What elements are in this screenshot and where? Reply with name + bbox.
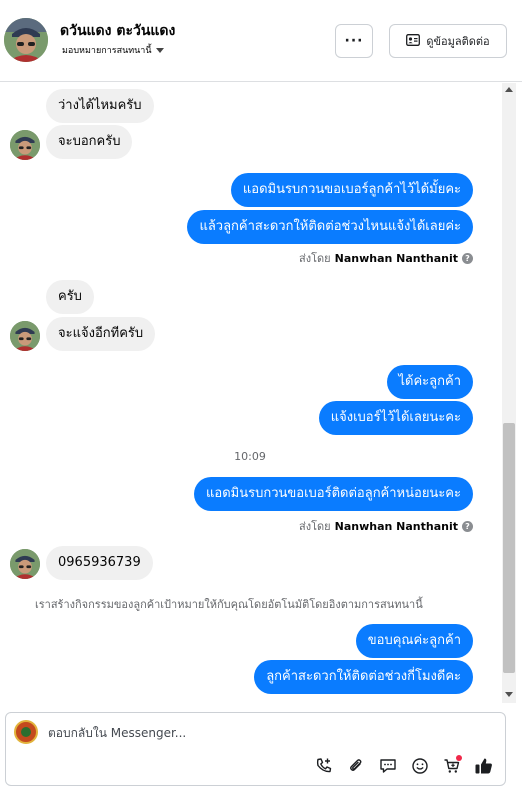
assign-label: มอบหมายการสนทนานี้ xyxy=(62,46,152,56)
assign-conversation-dropdown[interactable]: มอบหมายการสนทนานี้ xyxy=(62,43,164,57)
conversation-header: ดวันแดง ตะวันแดง มอบหมายการสนทนานี้ ··· … xyxy=(0,0,522,82)
view-contact-info-button[interactable]: ดูข้อมูลติดต่อ xyxy=(389,24,507,58)
thumbs-up-icon[interactable] xyxy=(473,755,495,777)
reply-composer xyxy=(5,712,506,786)
message-timestamp: 10:09 xyxy=(234,450,266,463)
scrollbar-thumb[interactable] xyxy=(503,423,515,673)
smiley-icon[interactable] xyxy=(409,755,431,777)
contact-card-icon xyxy=(406,33,421,49)
outgoing-message[interactable]: แอดมินรบกวนขอเบอร์ลูกค้าไว้ได้มั้ยคะ xyxy=(230,173,473,207)
cart-add-icon[interactable] xyxy=(441,755,463,777)
sender-name: Nanwhan Nanthanit xyxy=(334,519,458,533)
scroll-down-arrow-icon[interactable] xyxy=(505,692,513,697)
incoming-message[interactable]: ว่างได้ไหมครับ xyxy=(46,89,154,123)
page-logo xyxy=(14,720,38,744)
contact-name[interactable]: ดวันแดง ตะวันแดง xyxy=(60,20,175,42)
composer-toolbar xyxy=(313,755,495,777)
sent-by-label: ส่งโดย Nanwhan Nanthanit ? xyxy=(299,517,473,535)
outgoing-message[interactable]: ลูกค้าสะดวกให้ติดต่อช่วงกี่โมงดีคะ xyxy=(254,660,473,694)
chevron-down-icon xyxy=(155,47,164,53)
contact-avatar[interactable] xyxy=(4,18,48,62)
incoming-message[interactable]: 0965936739 xyxy=(46,546,153,580)
outgoing-message[interactable]: แจ้งเบอร์ไว้ได้เลยนะคะ xyxy=(318,401,473,435)
sent-by-label: ส่งโดย Nanwhan Nanthanit ? xyxy=(299,249,473,267)
more-options-button[interactable]: ··· xyxy=(335,24,373,58)
phone-add-icon[interactable] xyxy=(313,755,335,777)
chat-bubble-icon[interactable] xyxy=(377,755,399,777)
sender-name: Nanwhan Nanthanit xyxy=(334,251,458,265)
reply-input[interactable] xyxy=(48,724,488,742)
sent-by-prefix: ส่งโดย xyxy=(299,252,331,265)
message-thread[interactable]: ว่างได้ไหมครับ จะบอกครับ แอดมินรบกวนขอเบ… xyxy=(0,83,500,703)
contact-avatar-small[interactable] xyxy=(10,549,40,579)
scroll-up-arrow-icon[interactable] xyxy=(505,87,513,92)
outgoing-message[interactable]: แอดมินรบกวนขอเบอร์ติดต่อลูกค้าหน่อยนะคะ xyxy=(194,477,473,511)
outgoing-message[interactable]: แล้วลูกค้าสะดวกให้ติดต่อช่วงไหนแจ้งได้เล… xyxy=(187,210,473,244)
question-mark-icon[interactable]: ? xyxy=(462,252,473,264)
message-scrollbar[interactable] xyxy=(502,83,516,703)
contact-avatar-small[interactable] xyxy=(10,321,40,351)
incoming-message[interactable]: จะบอกครับ xyxy=(46,125,133,159)
contact-avatar-small[interactable] xyxy=(10,130,40,160)
notification-dot xyxy=(456,755,462,761)
system-note: เราสร้างกิจกรรมของลูกค้าเป้าหมายให้กับคุ… xyxy=(35,598,423,611)
sent-by-prefix: ส่งโดย xyxy=(299,520,331,533)
incoming-message[interactable]: ครับ xyxy=(46,280,94,314)
outgoing-message[interactable]: ขอบคุณค่ะลูกค้า xyxy=(355,624,473,658)
view-contact-info-label: ดูข้อมูลติดต่อ xyxy=(426,35,490,48)
incoming-message[interactable]: จะแจ้งอีกทีครับ xyxy=(46,317,156,351)
outgoing-message[interactable]: ได้ค่ะลูกค้า xyxy=(386,365,473,399)
paperclip-icon[interactable] xyxy=(345,755,367,777)
question-mark-icon[interactable]: ? xyxy=(462,520,473,532)
